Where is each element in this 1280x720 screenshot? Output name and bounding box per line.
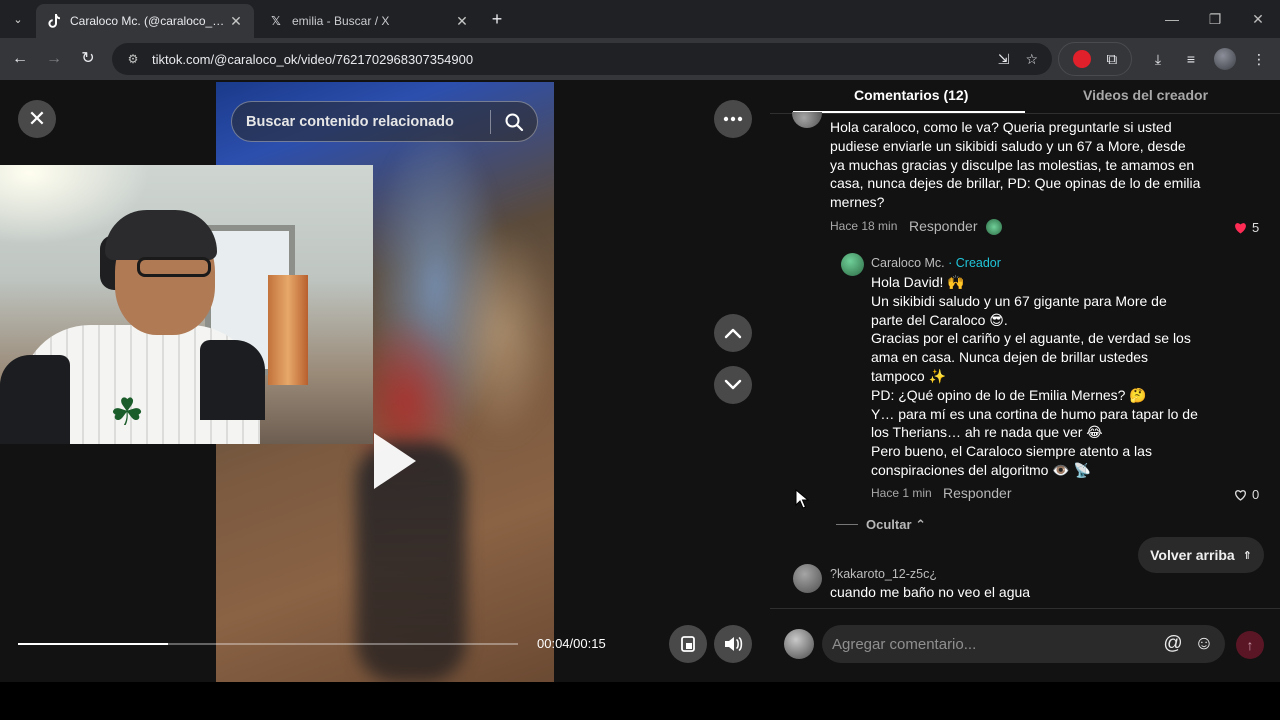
extensions-group: ⧉ [1058, 42, 1132, 76]
commenter-avatar[interactable] [793, 564, 822, 593]
previous-video-button[interactable] [714, 314, 752, 352]
tab-title: emilia - Buscar / X [292, 14, 390, 28]
hide-replies-button[interactable]: Ocultar ⌃ [866, 517, 926, 533]
chevron-up-icon [724, 328, 742, 339]
downloads-icon[interactable]: ⤓ [1147, 48, 1169, 70]
tab-search-button[interactable]: ⌄ [6, 8, 30, 30]
comment-time: Hace 18 min [830, 219, 898, 233]
person-cap [105, 210, 217, 260]
browser-toolbar: ← → ↻ ⚙ tiktok.com/@caraloco_ok/video/76… [0, 38, 1280, 80]
bookmark-star-icon[interactable]: ☆ [1025, 51, 1038, 68]
chevron-up-icon: ⌃ [915, 517, 927, 532]
hide-divider [836, 524, 858, 525]
tab-x-search[interactable]: 𝕏 emilia - Buscar / X ✕ [258, 4, 480, 38]
like-count: 5 [1252, 220, 1260, 235]
send-comment-button[interactable]: ↑ [1236, 631, 1264, 659]
extensions-puzzle-icon[interactable]: ⧉ [1106, 51, 1117, 68]
reply-username[interactable]: Caraloco Mc. [871, 256, 945, 270]
video-progress-fill [18, 643, 168, 645]
close-window-button[interactable]: ✕ [1247, 8, 1269, 30]
install-app-icon[interactable]: ⇲ [998, 51, 1010, 68]
mention-icon[interactable]: @ [1162, 633, 1184, 655]
reply-time: Hace 1 min [871, 486, 932, 500]
url-text[interactable]: tiktok.com/@caraloco_ok/video/7621702968… [152, 52, 998, 67]
tab-comments[interactable]: Comentarios (12) [854, 87, 968, 103]
video-time: 00:04/00:15 [537, 636, 606, 651]
hide-replies-label: Ocultar [866, 517, 912, 532]
new-tab-button[interactable]: + [486, 8, 508, 30]
x-icon: 𝕏 [271, 14, 281, 28]
tab-title: Caraloco Mc. (@caraloco_ok) | T [70, 14, 228, 28]
creator-badge: · Creador [948, 256, 1001, 270]
close-video-button[interactable]: ✕ [18, 100, 56, 138]
profile-avatar[interactable] [1214, 48, 1236, 70]
related-search-box[interactable]: Buscar contenido relacionado [231, 101, 538, 142]
tiktok-icon [46, 13, 62, 29]
volume-icon [725, 637, 743, 651]
comment-text: cuando me baño no veo el agua [830, 584, 1031, 600]
bottom-bar [0, 682, 1280, 720]
creator-avatar[interactable] [841, 253, 864, 276]
comment-like[interactable]: 5 [1234, 220, 1259, 235]
reply-username-line: Caraloco Mc. · Creador [871, 256, 1001, 270]
restore-button[interactable]: ❐ [1204, 8, 1226, 30]
person-sleeve [200, 340, 265, 420]
emoji-icon[interactable]: ☺ [1193, 633, 1215, 655]
floating-player-button[interactable] [669, 625, 707, 663]
back-button[interactable]: ← [8, 47, 32, 71]
browser-tab-bar: ⌄ Caraloco Mc. (@caraloco_ok) | T ✕ 𝕏 em… [0, 0, 1280, 38]
person-glasses [137, 257, 211, 277]
back-to-top-label: Volver arriba [1150, 547, 1235, 563]
webcam-overlay: ☘ [0, 165, 373, 444]
close-tab-icon[interactable]: ✕ [454, 13, 470, 29]
next-video-button[interactable] [714, 366, 752, 404]
back-to-top-button[interactable]: Volver arriba ⇑ [1138, 537, 1264, 573]
forward-button[interactable]: → [42, 47, 66, 71]
active-tab-indicator [793, 111, 1025, 113]
my-avatar [784, 629, 814, 659]
comments-panel: Comentarios (12) Videos del creador Hola… [770, 80, 1280, 682]
webcam-curtain [268, 275, 308, 385]
more-icon [723, 116, 743, 122]
person-sleeve [0, 355, 70, 444]
address-bar[interactable]: ⚙ tiktok.com/@caraloco_ok/video/76217029… [112, 43, 1052, 75]
reply-like[interactable]: 0 [1234, 487, 1259, 502]
chevron-down-icon [724, 379, 742, 390]
clover-logo-icon: ☘ [110, 392, 145, 434]
mouse-cursor-icon [795, 489, 809, 509]
tiktok-page: ☘ ✕ Buscar contenido relacionado 00:04/0… [0, 80, 1280, 682]
more-options-button[interactable] [714, 100, 752, 138]
arrow-up-icon: ↑ [1246, 637, 1254, 653]
double-chevron-up-icon: ⇑ [1242, 549, 1252, 562]
browser-menu-icon[interactable]: ⋮ [1248, 48, 1270, 70]
video-area: ☘ ✕ Buscar contenido relacionado 00:04/0… [0, 80, 770, 682]
volume-button[interactable] [714, 625, 752, 663]
reload-button[interactable]: ↻ [76, 47, 100, 71]
commenter-avatar[interactable] [792, 112, 822, 128]
video-progress-bar[interactable] [18, 643, 518, 645]
ad-blocker-extension-icon[interactable] [1072, 50, 1091, 68]
creator-liked-avatar [986, 219, 1002, 235]
tab-tiktok[interactable]: Caraloco Mc. (@caraloco_ok) | T ✕ [36, 4, 254, 38]
commenter-username[interactable]: ?kakaroto_12-z5c¿ [830, 567, 937, 581]
floating-player-icon [681, 636, 695, 652]
search-icon[interactable] [491, 112, 537, 132]
site-info-icon[interactable]: ⚙ [124, 50, 142, 68]
related-search-text[interactable]: Buscar contenido relacionado [246, 114, 490, 130]
tab-creator-videos[interactable]: Videos del creador [1083, 87, 1208, 103]
close-tab-icon[interactable]: ✕ [228, 13, 244, 29]
comment-text: Hola caraloco, como le va? Queria pregun… [830, 119, 1201, 211]
media-controls-icon[interactable]: ≡ [1180, 48, 1202, 70]
comment-input-bar: @ ☺ ↑ [770, 608, 1280, 682]
reply-text: Hola David! 🙌 Un sikibidi saludo y un 67… [871, 274, 1198, 478]
like-count: 0 [1252, 487, 1260, 502]
heart-outline-icon [1235, 489, 1246, 501]
heart-filled-icon [1235, 222, 1246, 233]
panel-tabs: Comentarios (12) Videos del creador [770, 80, 1280, 114]
minimize-button[interactable]: — [1161, 8, 1183, 30]
reply-button[interactable]: Responder [943, 485, 1012, 501]
reply-button[interactable]: Responder [909, 218, 978, 234]
play-icon[interactable] [374, 433, 416, 489]
